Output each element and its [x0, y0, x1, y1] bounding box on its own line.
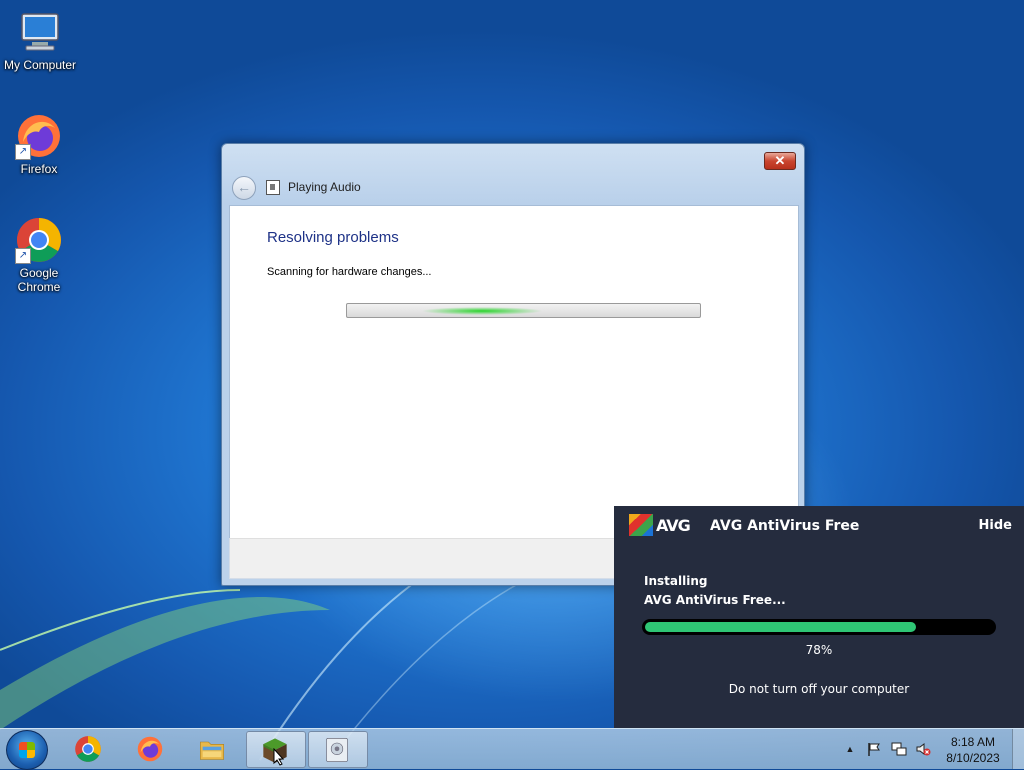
- mouse-cursor-icon: [273, 748, 285, 766]
- desktop-icon-label: My Computer: [3, 58, 77, 72]
- taskbar: ▲ 8:18 AM 8/10/2023: [0, 728, 1024, 770]
- status-text: Scanning for hardware changes...: [267, 266, 432, 278]
- install-warning-text: Do not turn off your computer: [728, 682, 910, 696]
- avg-logo-text: AVG: [656, 516, 691, 535]
- computer-icon: [16, 8, 64, 56]
- install-progress-fill: [645, 622, 916, 632]
- close-button[interactable]: ✕: [764, 152, 796, 170]
- window-title: Playing Audio: [288, 180, 361, 194]
- system-clock[interactable]: 8:18 AM 8/10/2023: [940, 734, 1006, 766]
- desktop-icon-firefox[interactable]: ↗ Firefox: [0, 112, 79, 176]
- chrome-icon: [75, 736, 101, 762]
- folder-icon: [200, 741, 224, 760]
- desktop-icon-label: Firefox: [20, 162, 58, 176]
- shortcut-arrow-icon: ↗: [15, 248, 31, 264]
- install-status-line1: Installing: [644, 574, 708, 588]
- window-content: Resolving problems Scanning for hardware…: [229, 205, 799, 539]
- install-progress-bar: [642, 619, 996, 635]
- troubleshooter-icon: [266, 180, 280, 195]
- taskbar-app-chrome[interactable]: [60, 731, 118, 766]
- taskbar-app-firefox[interactable]: [122, 731, 180, 766]
- firefox-icon: ↗: [15, 112, 63, 160]
- avg-logo: AVG: [629, 514, 691, 536]
- taskbar-app-file-explorer[interactable]: [184, 731, 242, 766]
- avg-title: AVG AntiVirus Free: [710, 518, 860, 534]
- desktop-icon-google-chrome[interactable]: ↗ Google Chrome: [0, 216, 79, 294]
- marquee-progress-bar: [346, 303, 701, 318]
- volume-muted-icon[interactable]: [915, 741, 931, 757]
- clock-date: 8/10/2023: [946, 751, 1000, 765]
- start-button[interactable]: [6, 730, 48, 770]
- progress-glow: [417, 304, 547, 317]
- taskbar-app-grass-block[interactable]: [246, 731, 306, 768]
- troubleshooter-icon: [326, 738, 348, 762]
- clock-time: 8:18 AM: [950, 735, 996, 749]
- hide-button[interactable]: Hide: [979, 518, 1012, 533]
- install-status-line2: AVG AntiVirus Free...: [644, 593, 786, 607]
- chrome-icon: ↗: [15, 216, 63, 264]
- taskbar-app-troubleshooter[interactable]: [308, 731, 368, 768]
- firefox-icon: [137, 736, 163, 762]
- install-progress-percent: 78%: [805, 643, 833, 657]
- avg-logo-icon: [629, 514, 653, 536]
- windows-logo-icon: [19, 742, 35, 758]
- network-icon[interactable]: [891, 741, 907, 757]
- show-hidden-icons-icon[interactable]: ▲: [842, 741, 858, 757]
- desktop-icon-label: Google Chrome: [17, 266, 61, 294]
- desktop-icon-my-computer[interactable]: My Computer: [0, 8, 80, 72]
- action-center-flag-icon[interactable]: [866, 741, 882, 757]
- avg-install-popup: AVG AVG AntiVirus Free Hide Installing A…: [614, 506, 1024, 728]
- show-desktop-button[interactable]: [1012, 729, 1024, 769]
- shortcut-arrow-icon: ↗: [15, 144, 31, 160]
- back-button[interactable]: ←: [232, 176, 256, 200]
- page-heading: Resolving problems: [267, 229, 399, 246]
